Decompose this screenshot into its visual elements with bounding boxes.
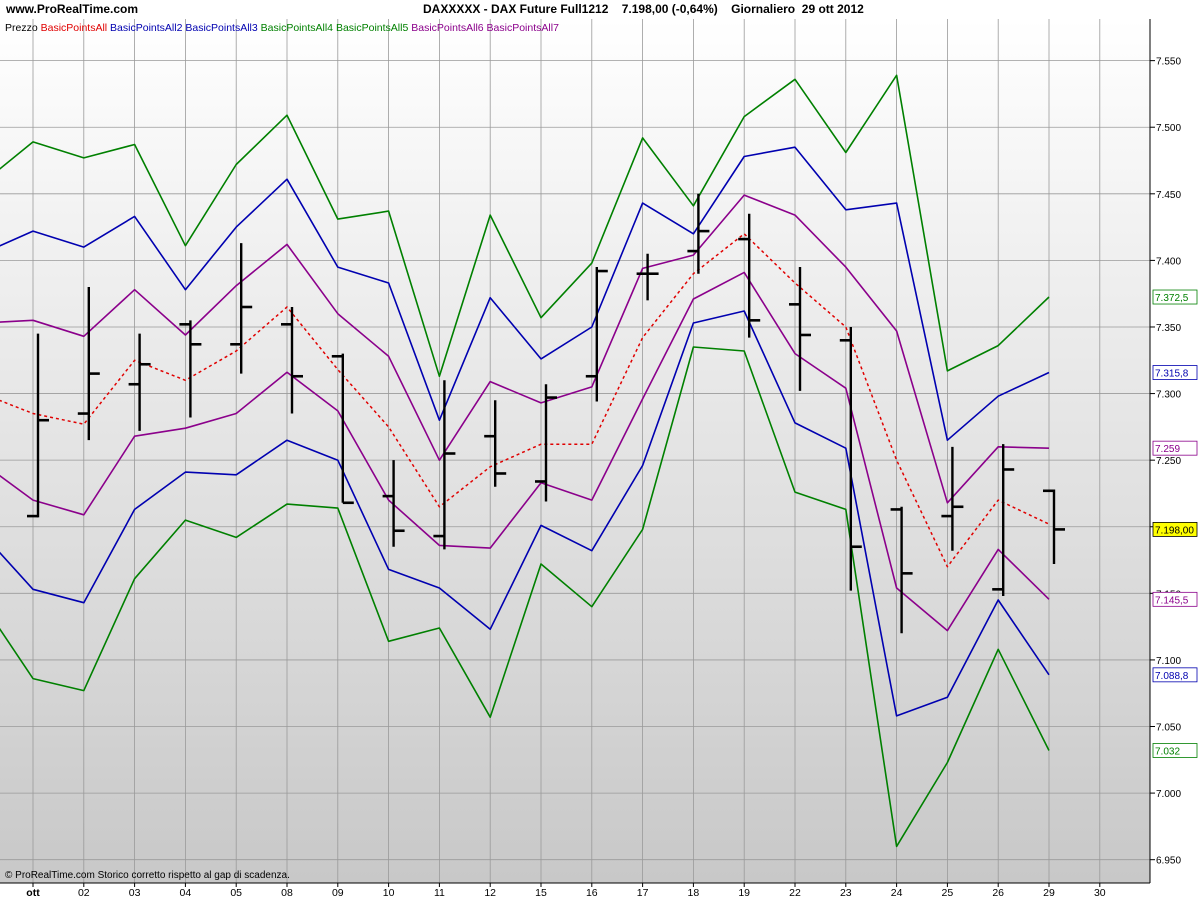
y-tick-label: 7.250 [1156, 456, 1181, 467]
x-tick-label: 09 [332, 887, 344, 899]
legend-item: BasicPointsAll5 [333, 22, 408, 34]
y-tick-label: 7.450 [1156, 190, 1181, 201]
x-tick-label: 19 [738, 887, 750, 899]
value-tag: 7.032 [1152, 743, 1198, 758]
value-tag: 7.372,5 [1152, 289, 1198, 305]
value-tag: 7.315,8 [1152, 365, 1198, 380]
x-tick-label: 02 [78, 887, 90, 899]
x-tick-label: 12 [484, 887, 496, 899]
y-tick-label: 7.550 [1156, 57, 1181, 68]
legend-item: BasicPointsAll6 [408, 22, 483, 34]
x-tick-label: 18 [688, 887, 700, 899]
y-tick-label: 7.350 [1156, 323, 1181, 334]
x-tick-label: 30 [1094, 887, 1106, 899]
y-tick-label: 7.300 [1156, 390, 1181, 401]
legend: Prezzo BasicPointsAll BasicPointsAll2 Ba… [5, 22, 559, 34]
y-tick-label: 6.950 [1156, 856, 1181, 867]
x-tick-label: 23 [840, 887, 852, 899]
value-tag-label: 7.259 [1155, 444, 1180, 455]
x-tick-label: 03 [129, 887, 141, 899]
legend-item: Prezzo [5, 22, 38, 34]
value-tag-label: 7.032 [1155, 746, 1180, 757]
x-tick-label: 04 [180, 887, 192, 899]
value-tag-label: 7.088,8 [1155, 671, 1189, 682]
x-tick-label: 26 [992, 887, 1004, 899]
y-tick-label: 7.500 [1156, 123, 1181, 134]
y-tick-label: 7.400 [1156, 256, 1181, 267]
x-tick-label: 10 [383, 887, 395, 899]
footer-note: © ProRealTime.com Storico corretto rispe… [5, 870, 290, 881]
legend-item: BasicPointsAll7 [484, 22, 559, 34]
x-tick-label: 17 [637, 887, 649, 899]
value-tag-label: 7.372,5 [1155, 293, 1189, 304]
x-tick-label: 24 [891, 887, 903, 899]
value-tag-label: 7.145,5 [1155, 595, 1189, 606]
x-tick-label: 29 [1043, 887, 1055, 899]
plot-background [0, 19, 1150, 883]
x-tick-label: 05 [230, 887, 242, 899]
y-tick-label: 7.100 [1156, 656, 1181, 667]
value-tag-label: 7.198,00 [1155, 525, 1194, 536]
value-tag-label: 7.315,8 [1155, 369, 1189, 380]
x-tick-label: 15 [535, 887, 547, 899]
x-tick-label: 16 [586, 887, 598, 899]
value-tag: 7.259 [1152, 440, 1198, 456]
x-tick-label: ott [26, 887, 40, 899]
value-tag: 7.198,00 [1152, 522, 1198, 537]
x-tick-label: 08 [281, 887, 293, 899]
y-tick-label: 7.000 [1156, 789, 1181, 800]
y-tick-label: 7.050 [1156, 723, 1181, 734]
chart[interactable]: 6.9507.0007.0507.1007.1507.2007.2507.300… [0, 0, 1200, 900]
legend-item: BasicPointsAll4 [258, 22, 333, 34]
value-tag: 7.088,8 [1152, 667, 1198, 683]
x-tick-label: 22 [789, 887, 801, 899]
legend-item: BasicPointsAll [38, 22, 107, 34]
x-tick-label: 11 [434, 887, 445, 899]
legend-item: BasicPointsAll3 [182, 22, 257, 34]
x-tick-label: 25 [942, 887, 954, 899]
legend-item: BasicPointsAll2 [107, 22, 182, 34]
value-tag: 7.145,5 [1152, 591, 1198, 607]
